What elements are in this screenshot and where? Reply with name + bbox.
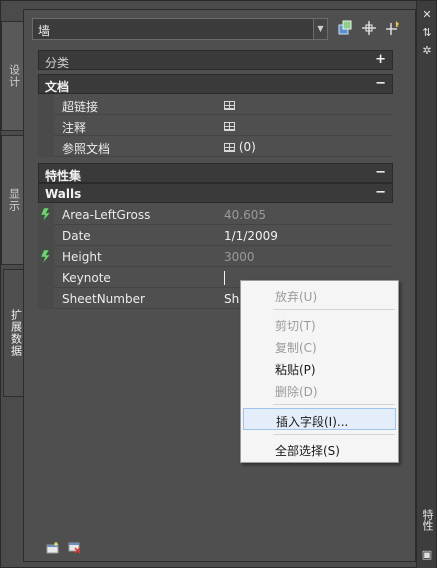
row-hyperlink[interactable]: 超链接	[38, 94, 393, 115]
section-property-sets-label: 特性集	[45, 169, 82, 183]
section-walls[interactable]: Walls −	[38, 183, 393, 203]
row-date-label: Date	[62, 229, 91, 243]
tab-extended-data-label: 扩展数据	[9, 309, 23, 357]
toggle-pickadd-icon[interactable]: 1	[384, 19, 402, 37]
row-area-leftgross[interactable]: Area-LeftGross 40.605	[38, 204, 393, 225]
tab-design[interactable]: 设计	[1, 21, 25, 131]
properties-palette: 设计 显示 扩展数据 ✕ ⇅ ✲ 特性 ▣ 墙 ▼ 1 分类 + 文档 − 超链…	[0, 0, 437, 568]
tab-display[interactable]: 显示	[1, 135, 25, 265]
row-height[interactable]: Height 3000	[38, 246, 393, 267]
collapse-icon[interactable]: −	[375, 165, 386, 180]
worksheet-icon	[224, 143, 235, 152]
worksheet-icon	[224, 122, 235, 131]
remove-property-sets-icon[interactable]	[68, 542, 82, 554]
collapse-icon[interactable]: −	[375, 185, 386, 200]
expand-icon[interactable]: +	[375, 52, 386, 67]
tab-display-label: 显示	[7, 188, 21, 212]
keynote-text-input[interactable]	[224, 271, 225, 285]
select-objects-icon[interactable]	[360, 19, 378, 37]
menu-item-delete-label: 删除(D)	[275, 385, 318, 399]
row-height-label: Height	[62, 250, 102, 264]
section-property-sets[interactable]: 特性集 −	[38, 163, 393, 183]
menu-item-cut-label: 剪切(T)	[275, 319, 316, 333]
row-area-leftgross-value: 40.605	[224, 208, 266, 222]
add-property-sets-icon[interactable]	[46, 542, 60, 554]
menu-item-select-all[interactable]: 全部选择(S)	[241, 438, 398, 460]
row-gutter	[38, 115, 54, 136]
row-gutter	[38, 288, 54, 309]
auto-hide-icon[interactable]: ⇅	[421, 27, 433, 39]
palette-menu-icon[interactable]: ▣	[421, 549, 433, 561]
quick-select-icon[interactable]	[336, 19, 354, 37]
menu-item-undo[interactable]: 放弃(U)	[241, 284, 398, 306]
section-classification[interactable]: 分类 +	[38, 50, 393, 70]
automatic-property-icon	[40, 207, 54, 222]
section-document-label: 文档	[45, 80, 70, 94]
menu-item-insert-field[interactable]: 插入字段(I)...	[243, 408, 396, 430]
row-gutter	[38, 136, 54, 157]
row-sheetnumber-label: SheetNumber	[62, 292, 145, 306]
row-height-value: 3000	[224, 250, 255, 264]
row-reference-docs-label: 参照文档	[62, 142, 111, 156]
menu-item-paste-label: 粘贴(P)	[275, 363, 316, 377]
menu-separator	[273, 309, 395, 310]
row-notes[interactable]: 注释	[38, 115, 393, 136]
reference-docs-button[interactable]: (0)	[224, 140, 256, 154]
tab-design-label: 设计	[7, 64, 21, 88]
palette-title: 特性	[421, 509, 434, 531]
close-icon[interactable]: ✕	[421, 9, 433, 21]
automatic-property-icon	[40, 249, 54, 264]
menu-item-undo-label: 放弃(U)	[275, 290, 318, 304]
worksheet-icon	[224, 101, 235, 110]
menu-item-copy-label: 复制(C)	[275, 341, 317, 355]
row-date[interactable]: Date 1/1/2009	[38, 225, 393, 246]
menu-item-copy[interactable]: 复制(C)	[241, 335, 398, 357]
row-gutter	[38, 267, 54, 288]
row-reference-docs[interactable]: 参照文档 (0)	[38, 136, 393, 157]
menu-separator	[273, 434, 395, 435]
menu-item-paste[interactable]: 粘贴(P)	[241, 357, 398, 379]
svg-text:1: 1	[395, 22, 399, 29]
section-document[interactable]: 文档 −	[38, 74, 393, 94]
object-type-value: 墙	[38, 24, 51, 38]
section-walls-label: Walls	[45, 187, 82, 201]
menu-item-cut[interactable]: 剪切(T)	[241, 313, 398, 335]
row-keynote-label: Keynote	[62, 271, 111, 285]
row-gutter	[38, 225, 54, 246]
row-area-leftgross-label: Area-LeftGross	[62, 208, 151, 222]
row-hyperlink-label: 超链接	[62, 100, 99, 114]
context-menu: 放弃(U) 剪切(T) 复制(C) 粘贴(P) 删除(D) 插入字段(I)...…	[240, 280, 399, 463]
palette-title-bar[interactable]: ✕ ⇅ ✲ 特性 ▣	[416, 1, 436, 568]
palette-settings-icon[interactable]: ✲	[421, 45, 433, 57]
section-classification-label: 分类	[45, 56, 70, 70]
reference-docs-count: (0)	[238, 140, 256, 154]
row-gutter	[38, 94, 54, 115]
chevron-down-icon[interactable]: ▼	[313, 19, 327, 39]
menu-item-insert-field-label: 插入字段(I)...	[276, 415, 349, 429]
menu-separator	[273, 404, 395, 405]
object-type-dropdown[interactable]: 墙 ▼	[32, 18, 328, 40]
hyperlink-button[interactable]	[224, 98, 235, 112]
row-date-value[interactable]: 1/1/2009	[224, 229, 278, 243]
menu-item-delete[interactable]: 删除(D)	[241, 379, 398, 401]
row-notes-label: 注释	[62, 121, 87, 135]
collapse-icon[interactable]: −	[375, 76, 386, 91]
menu-item-select-all-label: 全部选择(S)	[275, 444, 340, 458]
notes-button[interactable]	[224, 119, 235, 133]
